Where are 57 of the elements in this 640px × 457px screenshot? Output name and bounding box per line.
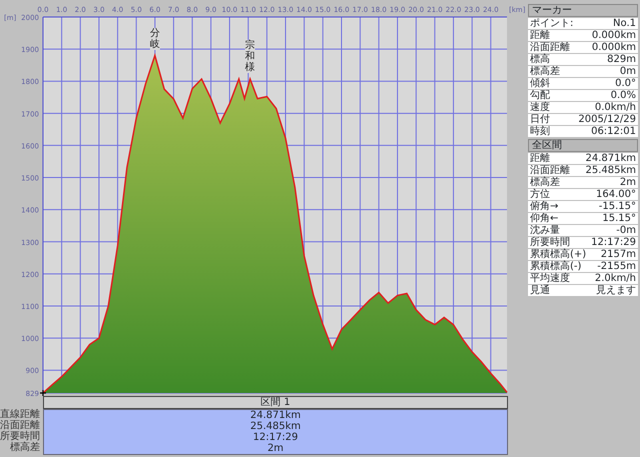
field-value: 0.000km bbox=[592, 30, 636, 41]
panel-title: マーカー bbox=[528, 4, 638, 17]
field-value: 15.15° bbox=[602, 213, 636, 224]
field-label: 見通 bbox=[530, 285, 550, 296]
field-label: ポイント: bbox=[530, 18, 574, 29]
field-value: No.1 bbox=[613, 18, 636, 29]
field-value: 12:17:29 bbox=[591, 237, 636, 248]
field-value: -2155m bbox=[597, 261, 636, 272]
field-label: 平均速度 bbox=[530, 273, 570, 284]
section-header[interactable]: 区間 1 bbox=[43, 396, 508, 409]
field-label: 距離 bbox=[530, 153, 550, 164]
field-label: 勾配 bbox=[530, 90, 550, 101]
field-label: 沿面距離 bbox=[530, 165, 570, 176]
field-value: 2005/12/29 bbox=[578, 114, 636, 125]
field-label: 標高差 bbox=[530, 177, 560, 188]
panel-title: 全区間 bbox=[528, 139, 638, 152]
row-value: 2m bbox=[266, 443, 285, 454]
field-value: -0m bbox=[616, 225, 636, 236]
marker-icon[interactable] bbox=[39, 389, 47, 396]
field-label: 距離 bbox=[530, 30, 550, 41]
field-value: 164.00° bbox=[596, 189, 636, 200]
row-label: 標高差 bbox=[9, 442, 40, 453]
field-value: 0.0° bbox=[615, 78, 636, 89]
field-value: 2m bbox=[620, 177, 636, 188]
field-value: 24.871km bbox=[585, 153, 636, 164]
field-value: 0m bbox=[620, 66, 636, 77]
field-label: 沿面距離 bbox=[530, 42, 570, 53]
field-label: 所要時間 bbox=[530, 237, 570, 248]
field-label: 日付 bbox=[530, 114, 550, 125]
field-label: 標高差 bbox=[530, 66, 560, 77]
field-value: 0.0km/h bbox=[594, 102, 636, 113]
row-label: 沿面距離 bbox=[0, 420, 40, 431]
field-label: 累積標高(+) bbox=[530, 249, 586, 260]
field-label: 沈み量 bbox=[530, 225, 560, 236]
field-label: 仰角← bbox=[530, 213, 558, 224]
row-value: 25.485km bbox=[249, 421, 302, 432]
annotation-label: 宗和様 bbox=[245, 40, 256, 73]
field-label: 傾斜 bbox=[530, 78, 550, 89]
field-label: 累積標高(-) bbox=[530, 261, 582, 272]
field-value: 見えます bbox=[596, 285, 636, 296]
field-value: 06:12:01 bbox=[591, 126, 636, 137]
field-value: 2157m bbox=[600, 249, 636, 260]
field-value: 0.000km bbox=[592, 42, 636, 53]
row-value: 24.871km bbox=[249, 410, 302, 421]
field-value: 829m bbox=[607, 54, 636, 65]
field-label: 標高 bbox=[530, 54, 550, 65]
row-label: 所要時間 bbox=[0, 431, 40, 442]
row-label: 直線距離 bbox=[0, 409, 40, 420]
field-value: 2.0km/h bbox=[594, 273, 636, 284]
field-value: -15.15° bbox=[598, 201, 636, 212]
field-value: 0.0% bbox=[610, 90, 636, 101]
field-value: 25.485km bbox=[585, 165, 636, 176]
field-label: 俯角→ bbox=[530, 201, 558, 212]
row-value: 12:17:29 bbox=[252, 432, 299, 443]
field-label: 速度 bbox=[530, 102, 550, 113]
field-label: 方位 bbox=[530, 189, 550, 200]
field-label: 時刻 bbox=[530, 126, 550, 137]
